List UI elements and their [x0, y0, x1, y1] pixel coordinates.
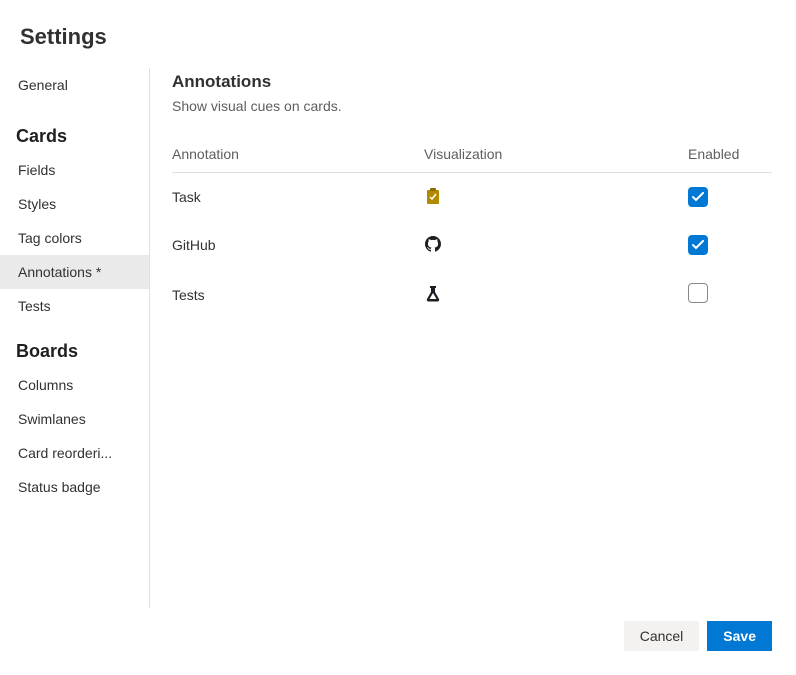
sidebar-item-styles[interactable]: Styles — [0, 187, 149, 221]
sidebar-item-status-badge[interactable]: Status badge — [0, 470, 149, 504]
enabled-checkbox-github[interactable] — [688, 235, 708, 255]
sidebar-item-card-reordering[interactable]: Card reorderi... — [0, 436, 149, 470]
col-enabled: Enabled — [688, 138, 772, 173]
sidebar-item-swimlanes[interactable]: Swimlanes — [0, 402, 149, 436]
sidebar-item-tests[interactable]: Tests — [0, 289, 149, 323]
section-subtitle: Show visual cues on cards. — [172, 98, 772, 114]
table-row-github: GitHub — [172, 221, 772, 269]
beaker-icon — [424, 285, 442, 303]
sidebar-item-annotations[interactable]: Annotations * — [0, 255, 149, 289]
sidebar-item-general[interactable]: General — [0, 68, 149, 102]
dialog-footer: Cancel Save — [624, 621, 772, 651]
sidebar-item-columns[interactable]: Columns — [0, 368, 149, 402]
sidebar-item-fields[interactable]: Fields — [0, 153, 149, 187]
annotation-label: Tests — [172, 269, 424, 320]
enabled-checkbox-task[interactable] — [688, 187, 708, 207]
clipboard-icon — [424, 187, 442, 205]
sidebar-heading-cards: Cards — [0, 102, 149, 153]
section-title: Annotations — [172, 68, 772, 92]
save-button[interactable]: Save — [707, 621, 772, 651]
enabled-checkbox-tests[interactable] — [688, 283, 708, 303]
cancel-button[interactable]: Cancel — [624, 621, 700, 651]
sidebar-item-tag-colors[interactable]: Tag colors — [0, 221, 149, 255]
settings-sidebar: General Cards Fields Styles Tag colors A… — [0, 68, 150, 608]
github-icon — [424, 235, 442, 253]
page-title: Settings — [0, 0, 796, 68]
sidebar-heading-boards: Boards — [0, 323, 149, 368]
col-visualization: Visualization — [424, 138, 688, 173]
annotation-label: GitHub — [172, 221, 424, 269]
col-annotation: Annotation — [172, 138, 424, 173]
main-panel: Annotations Show visual cues on cards. A… — [150, 68, 796, 608]
table-row-task: Task — [172, 173, 772, 222]
annotation-label: Task — [172, 173, 424, 222]
annotations-table: Annotation Visualization Enabled Task — [172, 138, 772, 320]
table-row-tests: Tests — [172, 269, 772, 320]
